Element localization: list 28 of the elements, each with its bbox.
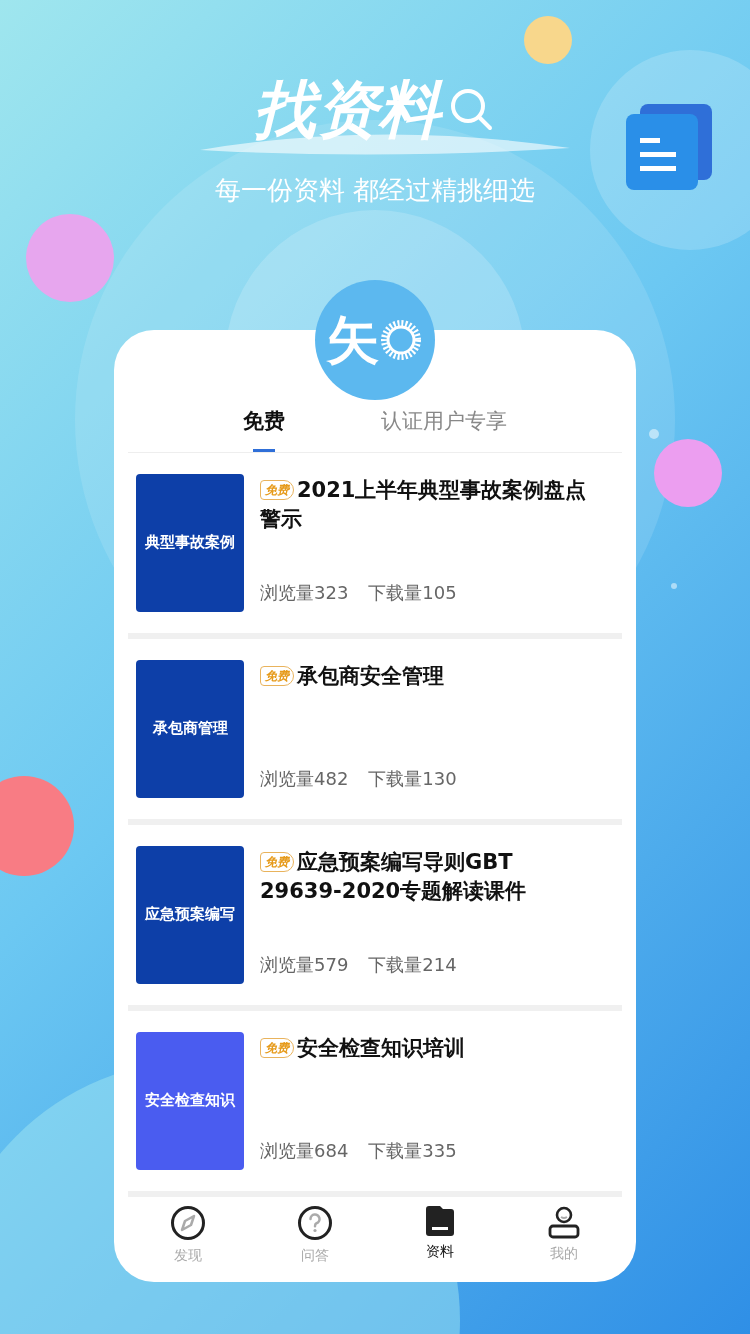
logo-icon: 矢 bbox=[315, 280, 435, 400]
bubble bbox=[524, 16, 572, 64]
folder-icon bbox=[423, 1204, 456, 1237]
download-count: 下载量105 bbox=[368, 580, 457, 605]
document-title[interactable]: 免费 2021上半年典型事故案例盘点警示 bbox=[260, 475, 600, 534]
person-icon bbox=[546, 1204, 581, 1239]
download-count: 下载量335 bbox=[368, 1138, 457, 1163]
document-title[interactable]: 免费 承包商安全管理 bbox=[260, 661, 600, 691]
download-count: 下载量130 bbox=[368, 766, 457, 791]
page-subtitle: 每一份资料 都经过精挑细选 bbox=[214, 174, 536, 207]
question-icon bbox=[296, 1204, 333, 1241]
document-icon bbox=[626, 104, 712, 190]
download-count: 下载量214 bbox=[368, 952, 457, 977]
document-cover[interactable]: 应急预案编写 bbox=[136, 845, 244, 984]
view-count: 浏览量579 bbox=[260, 952, 349, 977]
bubble bbox=[671, 583, 677, 589]
document-title[interactable]: 免费 安全检查知识培训 bbox=[260, 1033, 600, 1063]
nav-tab[interactable]: 资料 bbox=[423, 1204, 456, 1266]
tab[interactable]: 免费 bbox=[243, 406, 285, 452]
document-title[interactable]: 免费 应急预案编写导则GBT 29639-2020专题解读课件 bbox=[260, 847, 600, 906]
document-cover[interactable]: 典型事故案例 bbox=[136, 473, 244, 612]
view-count: 浏览量684 bbox=[260, 1138, 349, 1163]
document-cover[interactable]: 安全检查知识 bbox=[136, 1031, 244, 1170]
tab[interactable]: 认证用户专享 bbox=[381, 406, 507, 452]
compass-icon bbox=[169, 1204, 206, 1241]
view-count: 浏览量323 bbox=[260, 580, 349, 605]
view-count: 浏览量482 bbox=[260, 766, 349, 791]
document-cover[interactable]: 承包商管理 bbox=[136, 659, 244, 798]
